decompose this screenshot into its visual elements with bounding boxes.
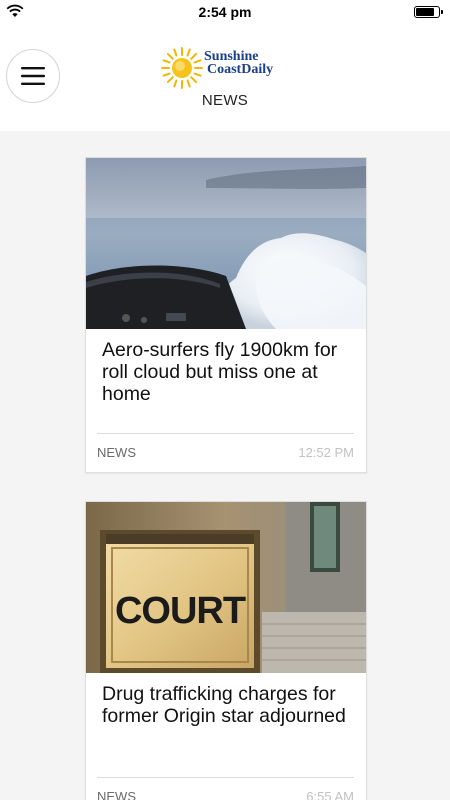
article-time: 6:55 AM (306, 789, 354, 800)
section-title: NEWS (201, 92, 249, 109)
sun-icon (161, 47, 203, 89)
hamburger-icon (21, 67, 45, 85)
article-headline[interactable]: Drug trafficking charges for former Orig… (86, 673, 366, 777)
logo-line-2: CoastDaily (207, 62, 274, 77)
court-sign-photo: COURT (86, 502, 366, 673)
article-meta: NEWS 12:52 PM (97, 433, 354, 471)
site-logo[interactable]: Sunshine CoastDaily (160, 46, 290, 89)
battery-level (416, 8, 434, 16)
roll-cloud-photo (86, 158, 366, 329)
article-time: 12:52 PM (298, 445, 354, 460)
article-card[interactable]: Aero-surfers fly 1900km for roll cloud b… (85, 157, 367, 473)
battery-icon (414, 6, 443, 18)
article-image[interactable]: COURT (86, 502, 366, 673)
article-category: NEWS (97, 445, 136, 460)
article-feed[interactable]: Aero-surfers fly 1900km for roll cloud b… (0, 131, 450, 800)
logo-text: Sunshine CoastDaily (204, 50, 274, 77)
article-card[interactable]: COURT Drug trafficking charges for forme… (85, 501, 367, 800)
app-header: Sunshine CoastDaily NEWS (0, 24, 450, 131)
article-category: NEWS (97, 789, 136, 800)
article-meta: NEWS 6:55 AM (97, 777, 354, 800)
status-bar: 2:54 pm (0, 0, 450, 24)
article-image[interactable] (86, 158, 366, 329)
article-headline[interactable]: Aero-surfers fly 1900km for roll cloud b… (86, 329, 366, 433)
court-sign-text: COURT (115, 590, 246, 632)
status-time: 2:54 pm (198, 4, 252, 20)
